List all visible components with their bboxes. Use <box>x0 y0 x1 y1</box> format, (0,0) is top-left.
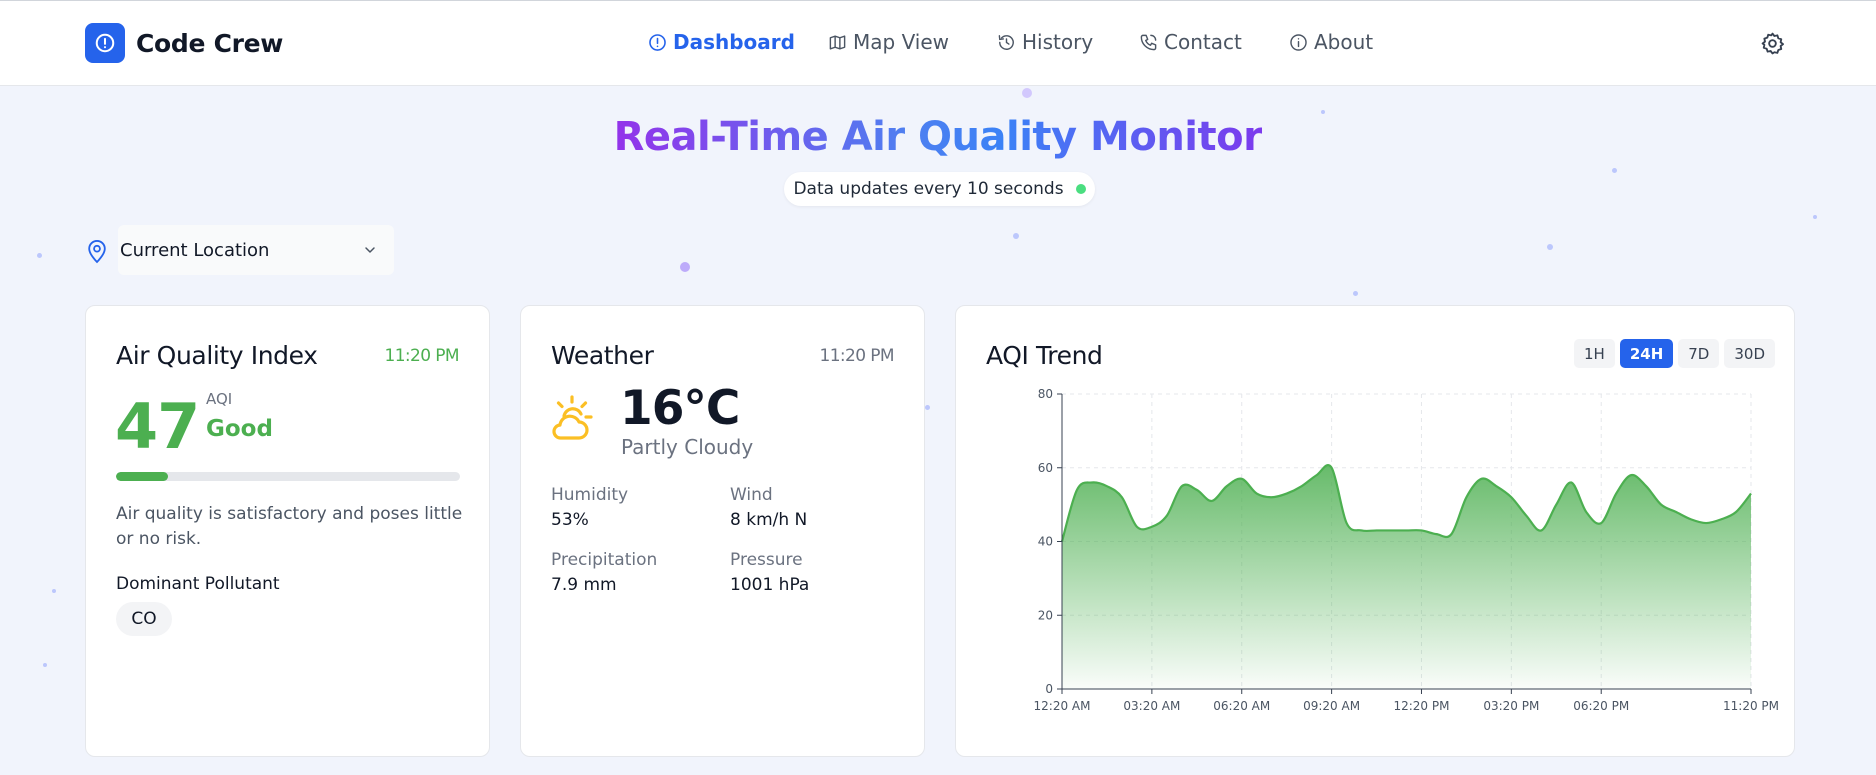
nav-about-label: About <box>1314 30 1374 54</box>
background-dot <box>1612 168 1617 173</box>
location-pin-icon <box>88 240 106 264</box>
location-select[interactable]: Current Location <box>118 225 394 275</box>
info-icon <box>1290 33 1307 51</box>
chart-y-tick-label: 40 <box>1038 535 1053 549</box>
main-nav: Dashboard Map View History Contact About <box>0 30 1876 60</box>
chart-x-tick-label: 09:20 AM <box>1303 699 1360 713</box>
aqi-card: Air Quality Index 11:20 PM 47 AQI Good A… <box>85 305 490 757</box>
background-dot <box>37 253 42 258</box>
aqi-label: AQI <box>206 390 233 408</box>
humidity-label: Humidity <box>551 485 629 505</box>
pressure-value: 1001 hPa <box>730 575 810 595</box>
chart-x-tick-label: 06:20 PM <box>1573 699 1629 713</box>
weather-condition: Partly Cloudy <box>621 435 754 459</box>
aqi-card-time: 11:20 PM <box>384 346 459 366</box>
nav-map-view-label: Map View <box>853 30 950 54</box>
partly-cloudy-icon <box>552 395 593 440</box>
chart-x-tick-label: 11:20 PM <box>1723 699 1779 713</box>
nav-contact[interactable]: Contact <box>1139 30 1242 54</box>
humidity-value: 53% <box>551 510 589 530</box>
weather-temperature: 16°C <box>620 381 740 436</box>
map-icon <box>829 34 846 50</box>
aqi-trend-chart: 0 20 40 60 80 12:20 AM 03:20 AM 06:20 AM 09:20 A… <box>1034 387 1779 713</box>
top-navbar: Code Crew Dashboard Map View History Con… <box>0 0 1876 86</box>
background-dot <box>1547 244 1553 250</box>
dominant-pollutant-label: Dominant Pollutant <box>116 574 280 594</box>
aqi-description: Air quality is satisfactory and poses li… <box>116 504 463 549</box>
alert-circle-icon <box>649 33 666 51</box>
nav-history[interactable]: History <box>997 30 1093 54</box>
chevron-down-icon <box>365 247 375 253</box>
page-title: Real-Time Air Quality Monitor <box>613 114 1263 160</box>
precipitation-value: 7.9 mm <box>551 575 617 595</box>
update-status-pill: Data updates every 10 seconds <box>784 172 1095 206</box>
pressure-label: Pressure <box>730 550 803 570</box>
history-icon <box>998 34 1014 50</box>
aqi-category: Good <box>206 416 273 442</box>
nav-map-view[interactable]: Map View <box>828 30 949 54</box>
nav-history-label: History <box>1022 30 1094 54</box>
chart-y-tick-label: 60 <box>1038 461 1053 475</box>
background-dot <box>1353 291 1358 296</box>
nav-dashboard[interactable]: Dashboard <box>648 30 795 54</box>
background-dot <box>680 262 690 272</box>
aqi-card-title: Air Quality Index <box>116 341 318 370</box>
weather-card-title: Weather <box>551 341 654 370</box>
precipitation-label: Precipitation <box>551 550 658 570</box>
background-dot <box>43 663 47 667</box>
wind-value: 8 km/h N <box>730 510 808 530</box>
chart-y-tick-label: 20 <box>1038 608 1053 622</box>
phone-icon <box>1140 34 1157 50</box>
nav-about[interactable]: About <box>1289 30 1373 54</box>
chart-y-tick-label: 80 <box>1038 387 1053 401</box>
nav-contact-label: Contact <box>1164 30 1242 54</box>
live-indicator-dot <box>1075 184 1086 194</box>
chart-x-tick-label: 03:20 AM <box>1123 699 1180 713</box>
chart-x-tick-label: 12:20 PM <box>1393 699 1449 713</box>
chart-x-tick-label: 03:20 PM <box>1483 699 1539 713</box>
background-dot <box>1022 88 1032 98</box>
aqi-level-bar <box>116 472 460 481</box>
chart-x-tick-label: 12:20 AM <box>1034 699 1091 713</box>
aqi-level-fill <box>116 472 168 481</box>
gear-icon[interactable] <box>1760 31 1785 56</box>
update-status-text: Data updates every 10 seconds <box>793 179 1064 199</box>
chart-y-tick-label: 0 <box>1045 682 1053 696</box>
aqi-trend-card: AQI Trend 1H 24H 7D 30D 0 20 40 60 80 12:20 A… <box>955 305 1795 757</box>
aqi-value: 47 <box>115 390 200 463</box>
nav-dashboard-label: Dashboard <box>673 30 795 54</box>
background-dot <box>52 589 56 593</box>
background-dot <box>1813 215 1817 219</box>
chart-x-tick-label: 06:20 AM <box>1213 699 1270 713</box>
dominant-pollutant-chip: CO <box>116 602 172 636</box>
location-select-value: Current Location <box>120 239 270 261</box>
background-dot <box>925 405 930 410</box>
chart-area-fill <box>1062 465 1751 689</box>
weather-card-time: 11:20 PM <box>819 346 894 366</box>
wind-label: Wind <box>730 485 773 505</box>
weather-card: Weather 11:20 PM 16°C Partly Cloudy Humi… <box>520 305 925 757</box>
background-dot <box>1013 233 1019 239</box>
